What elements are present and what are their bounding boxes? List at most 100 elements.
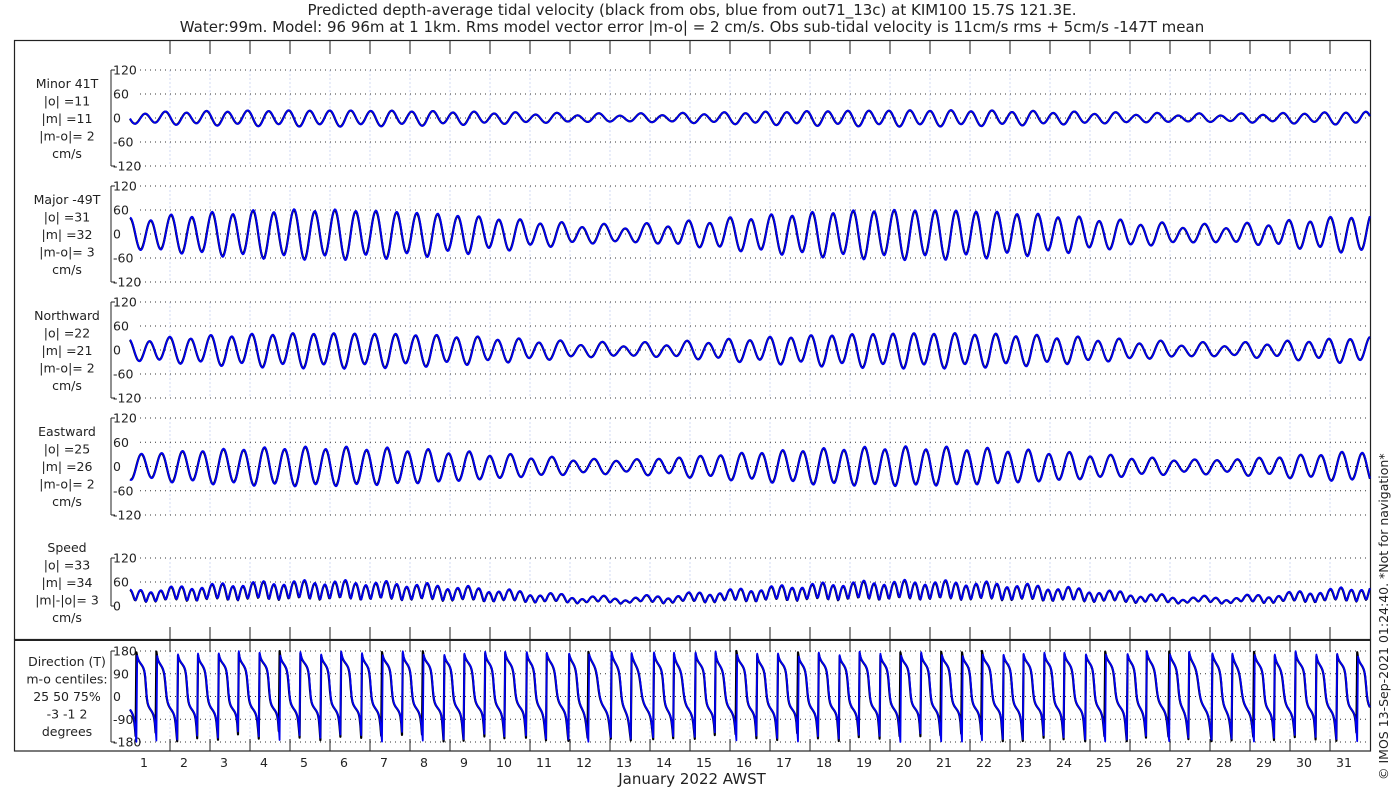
north-model-line xyxy=(129,332,1371,370)
y-tick-label: 60 xyxy=(113,87,129,102)
x-tick-label: 22 xyxy=(976,755,992,770)
x-tick-label: 7 xyxy=(380,755,388,770)
panel-label-east: |o| =25 xyxy=(44,442,90,457)
panel-label-minor: |m| =11 xyxy=(42,111,93,126)
speed-model-line xyxy=(129,578,1371,605)
panel-label-north: |m-o|= 2 xyxy=(39,361,94,376)
x-tick-label: 9 xyxy=(460,755,468,770)
x-tick-label: 5 xyxy=(300,755,308,770)
x-tick-label: 26 xyxy=(1136,755,1152,770)
panel-label-north: cm/s xyxy=(52,378,82,393)
x-tick-label: 19 xyxy=(856,755,872,770)
y-tick-label: 120 xyxy=(113,63,137,78)
panel-label-east: |m-o|= 2 xyxy=(39,477,94,492)
x-tick-label: 6 xyxy=(340,755,348,770)
x-tick-label: 1 xyxy=(140,755,148,770)
x-tick-label: 25 xyxy=(1096,755,1112,770)
panel-label-speed: Speed xyxy=(47,540,86,555)
panel-label-speed: |m|-|o|= 3 xyxy=(35,593,99,608)
y-tick-label: 60 xyxy=(113,435,129,450)
panel-label-dir: Direction (T) xyxy=(28,654,106,669)
series-layer xyxy=(129,109,1372,743)
y-tick-label: -120 xyxy=(113,391,141,406)
y-tick-label: 120 xyxy=(113,295,137,310)
y-tick-label: 60 xyxy=(113,575,129,590)
x-tick-label: 18 xyxy=(816,755,832,770)
panel-label-major: cm/s xyxy=(52,262,82,277)
tidal-velocity-chart: Predicted depth-average tidal velocity (… xyxy=(13,1,1391,788)
y-tick-label: -120 xyxy=(113,159,141,174)
chart-title-line-2: Water:99m. Model: 96 96m at 1 1km. Rms m… xyxy=(180,18,1204,36)
panel-label-dir: -3 -1 2 xyxy=(47,707,88,722)
major-obs-line xyxy=(129,208,1372,261)
x-tick-label: 3 xyxy=(220,755,228,770)
x-tick-label: 2 xyxy=(180,755,188,770)
panel-label-major: |m| =32 xyxy=(42,227,93,242)
minor-model-line xyxy=(129,109,1371,128)
x-tick-label: 17 xyxy=(776,755,792,770)
y-tick-label: 90 xyxy=(113,666,129,681)
x-tick-label: 12 xyxy=(576,755,592,770)
panel-label-north: |o| =22 xyxy=(44,326,90,341)
panel-label-east: cm/s xyxy=(52,494,82,509)
x-tick-label: 8 xyxy=(420,755,428,770)
panel-label-speed: cm/s xyxy=(52,610,82,625)
panel-label-major: |o| =31 xyxy=(44,210,90,225)
panel-label-east: |m| =26 xyxy=(42,459,93,474)
x-tick-label: 30 xyxy=(1296,755,1312,770)
x-tick-label: 28 xyxy=(1216,755,1232,770)
panel-label-minor: cm/s xyxy=(52,146,82,161)
x-tick-label: 15 xyxy=(696,755,712,770)
y-tick-label: 0 xyxy=(113,111,121,126)
copyright-note: © IMOS 13-Sep-2021 01:24:40. *Not for na… xyxy=(1376,453,1391,780)
panel-label-north: |m| =21 xyxy=(42,343,93,358)
grid-layer xyxy=(140,69,1370,743)
panel-label-east: Eastward xyxy=(38,424,96,439)
panel-label-minor: |m-o|= 2 xyxy=(39,129,94,144)
x-tick-label: 20 xyxy=(896,755,912,770)
panel-label-major: Major -49T xyxy=(34,192,101,207)
y-tick-label: 180 xyxy=(113,644,137,659)
panel-label-minor: Minor 41T xyxy=(36,76,99,91)
x-tick-label: 23 xyxy=(1016,755,1032,770)
y-tick-label: -90 xyxy=(113,712,133,727)
y-tick-label: 0 xyxy=(113,689,121,704)
panel-label-north: Northward xyxy=(34,308,100,323)
axes-layer: 120 60 0 -60 -120 120 60 0 -60 -120 120 60 0 -60 -120 1… xyxy=(110,41,1331,751)
panel-label-speed: |o| =33 xyxy=(44,558,90,573)
y-tick-label: -120 xyxy=(113,275,141,290)
y-tick-label: 120 xyxy=(113,411,137,426)
panel-label-dir: 25 50 75% xyxy=(33,689,101,704)
y-tick-label: -120 xyxy=(113,508,141,523)
y-tick-label: 60 xyxy=(113,319,129,334)
y-tick-label: 0 xyxy=(113,459,121,474)
x-tick-label: 11 xyxy=(536,755,552,770)
y-tick-label: 0 xyxy=(113,227,121,242)
panel-label-minor: |o| =11 xyxy=(44,94,90,109)
panel-label-speed: |m| =34 xyxy=(42,575,93,590)
panel-label-dir: m-o centiles: xyxy=(26,672,107,687)
panel-label-dir: degrees xyxy=(42,724,92,739)
y-tick-label: -60 xyxy=(113,251,133,266)
x-tick-label: 27 xyxy=(1176,755,1192,770)
x-axis-label: January 2022 AWST xyxy=(617,770,766,788)
x-tick-label: 16 xyxy=(736,755,752,770)
upper-frame xyxy=(13,39,1372,641)
panel-label-major: |m-o|= 3 xyxy=(39,245,94,260)
y-tick-label: 60 xyxy=(113,203,129,218)
y-tick-label: 0 xyxy=(113,599,121,614)
x-tick-label: 4 xyxy=(260,755,268,770)
x-tick-label: 10 xyxy=(496,755,512,770)
y-tick-label: -60 xyxy=(113,367,133,382)
x-tick-label: 14 xyxy=(656,755,672,770)
y-tick-label: 0 xyxy=(113,343,121,358)
y-tick-label: -60 xyxy=(113,135,133,150)
x-tick-label: 21 xyxy=(936,755,952,770)
x-tick-label: 29 xyxy=(1256,755,1272,770)
x-tick-labels: 1 2 3 4 5 6 7 8 9 10 11 12 13 14 15 16 17 18 19 20 21 22 23 24 2… xyxy=(140,755,1352,770)
y-tick-label: 120 xyxy=(113,179,137,194)
x-tick-label: 13 xyxy=(616,755,632,770)
x-tick-label: 24 xyxy=(1056,755,1072,770)
y-tick-label: -60 xyxy=(113,483,133,498)
y-tick-label: 120 xyxy=(113,551,137,566)
